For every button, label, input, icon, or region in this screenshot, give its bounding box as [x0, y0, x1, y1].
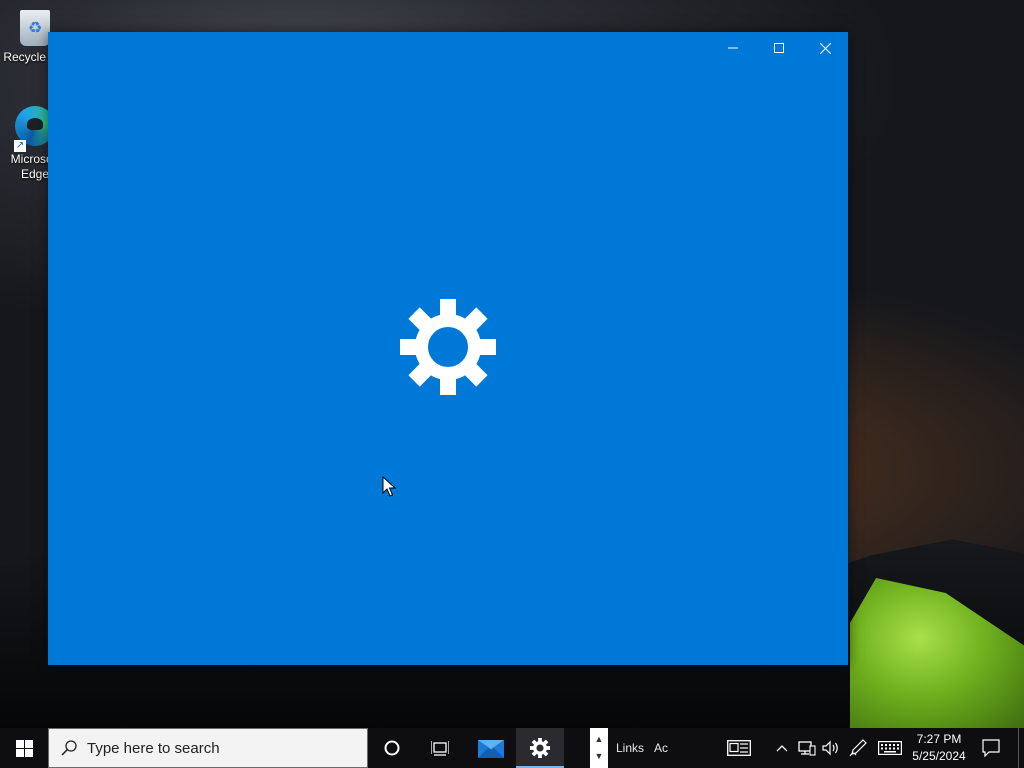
- close-icon: [819, 42, 831, 54]
- recycle-bin-icon: [20, 10, 50, 46]
- toolbar-scroll-buttons[interactable]: ▲ ▼: [590, 728, 608, 768]
- chevron-up-icon: [776, 745, 788, 752]
- maximize-button[interactable]: [756, 32, 802, 64]
- volume-tray-button[interactable]: [820, 728, 842, 768]
- volume-icon: [822, 740, 838, 756]
- settings-window[interactable]: [48, 32, 848, 665]
- window-controls: [710, 32, 848, 64]
- task-view-icon: [431, 741, 449, 756]
- show-desktop-button[interactable]: [1018, 728, 1024, 768]
- network-icon: [798, 741, 816, 756]
- clock-time: 7:27 PM: [916, 732, 962, 746]
- start-button[interactable]: [0, 728, 48, 768]
- shortcut-arrow-icon: ↗: [14, 140, 26, 152]
- pen-workspace-button[interactable]: [846, 728, 870, 768]
- keyboard-icon: [878, 741, 902, 755]
- cortana-button[interactable]: [368, 728, 416, 768]
- maximize-icon: [774, 43, 784, 53]
- close-button[interactable]: [802, 32, 848, 64]
- minimize-icon: [728, 47, 738, 49]
- taskbar: Type here to search ▲ ▼ Links Ac 7:27 PM…: [0, 728, 1024, 768]
- clock[interactable]: 7:27 PM 5/25/2024: [906, 728, 972, 768]
- mail-icon: [478, 740, 504, 758]
- windows-logo-icon: [15, 739, 33, 757]
- action-center-button[interactable]: [976, 728, 1006, 768]
- search-placeholder: Type here to search: [87, 739, 220, 757]
- task-view-button[interactable]: [416, 728, 464, 768]
- mouse-pointer-icon: [382, 476, 396, 497]
- address-toolbar[interactable]: Ac: [654, 728, 668, 768]
- show-hidden-icons-button[interactable]: [772, 728, 792, 768]
- news-and-interests-button[interactable]: [722, 728, 756, 768]
- mail-button[interactable]: [466, 728, 516, 768]
- desktop: Recycle Bin ↗ Microsoft Edge: [0, 0, 1024, 728]
- news-icon: [727, 740, 751, 756]
- search-icon: [61, 740, 77, 756]
- touch-keyboard-button[interactable]: [876, 728, 904, 768]
- chevron-up-icon[interactable]: ▲: [595, 731, 604, 748]
- action-center-icon: [982, 739, 1000, 757]
- links-toolbar[interactable]: Links: [616, 728, 644, 768]
- search-box[interactable]: Type here to search: [48, 728, 368, 768]
- chevron-down-icon[interactable]: ▼: [595, 748, 604, 765]
- settings-icon: [530, 738, 550, 758]
- network-tray-button[interactable]: [796, 728, 818, 768]
- settings-taskbar-button[interactable]: [516, 728, 564, 768]
- clock-date: 5/25/2024: [912, 749, 966, 763]
- cortana-icon: [384, 740, 400, 756]
- pen-icon: [849, 739, 867, 757]
- minimize-button[interactable]: [710, 32, 756, 64]
- gear-icon: [400, 299, 496, 395]
